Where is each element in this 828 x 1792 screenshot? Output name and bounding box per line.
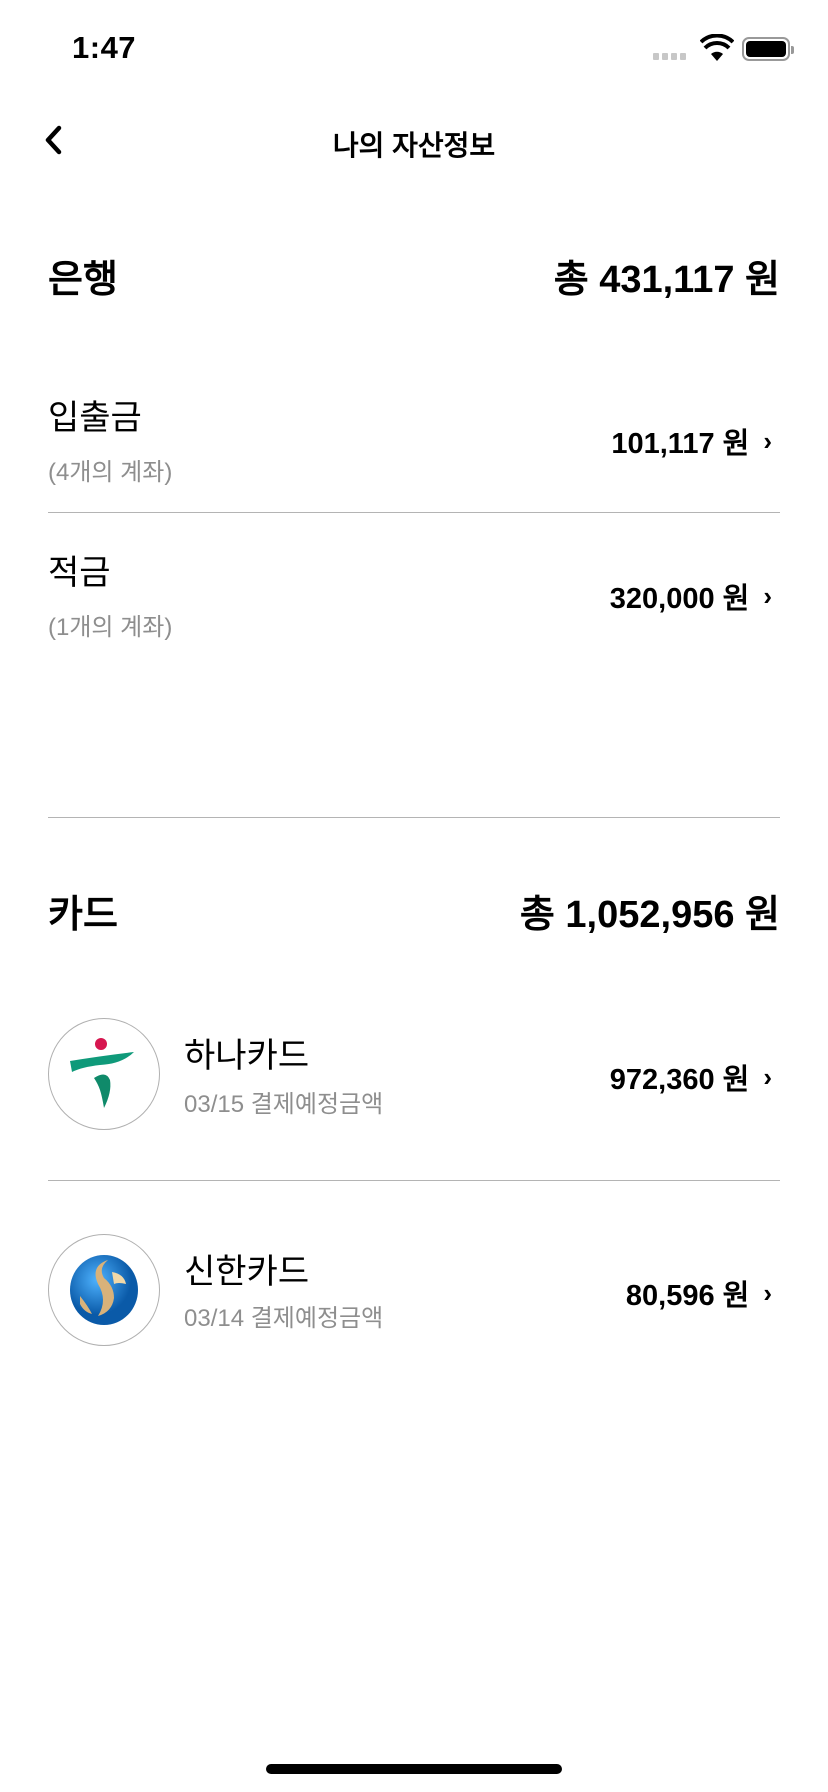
signal-icon	[653, 53, 686, 60]
divider	[48, 512, 780, 513]
shinhan-logo-icon	[48, 1234, 160, 1346]
card-section-header: 카드 총 1,052,956 원	[48, 883, 780, 938]
chevron-right-icon: ›	[763, 425, 772, 456]
item-amount: 80,596 원	[625, 1280, 750, 1312]
status-time: 1:47	[72, 30, 137, 65]
item-sub: 03/14 결제예정금액	[184, 1305, 384, 1332]
item-label: 입출금	[48, 399, 142, 437]
bank-title: 은행	[48, 259, 118, 301]
chevron-right-icon: ›	[763, 1061, 772, 1092]
card-title: 카드	[48, 894, 118, 936]
bank-total: 총 431,117 원	[553, 259, 780, 301]
item-label: 신한카드	[184, 1253, 310, 1291]
page-title: 나의 자산정보	[332, 130, 496, 161]
chevron-right-icon: ›	[763, 1277, 772, 1308]
hana-logo-icon	[48, 1018, 160, 1130]
wifi-icon	[700, 34, 734, 61]
item-label: 하나카드	[184, 1037, 310, 1075]
item-label: 적금	[48, 554, 111, 592]
item-sub: (4개의 계좌)	[48, 459, 173, 486]
section-divider	[48, 817, 780, 818]
battery-icon	[742, 37, 794, 61]
chevron-right-icon: ›	[763, 580, 772, 611]
bank-section-header: 은행 총 431,117 원	[48, 248, 780, 303]
item-sub: 03/15 결제예정금액	[184, 1091, 384, 1118]
divider	[48, 1180, 780, 1181]
home-indicator[interactable]	[266, 1764, 562, 1774]
card-total: 총 1,052,956 원	[519, 894, 780, 936]
item-amount: 320,000 원	[609, 583, 750, 615]
item-amount: 972,360 원	[609, 1064, 750, 1096]
item-sub: (1개의 계좌)	[48, 614, 173, 641]
item-amount: 101,117 원	[611, 428, 750, 460]
